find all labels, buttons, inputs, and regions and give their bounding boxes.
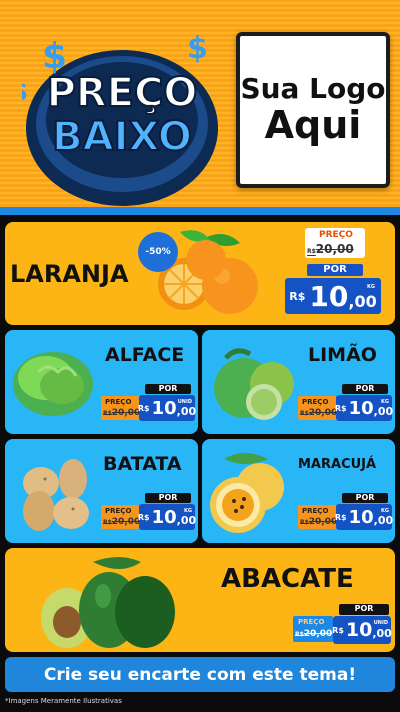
was-label: PREÇO bbox=[105, 507, 132, 515]
was-label: PREÇO bbox=[319, 230, 353, 240]
now-label: POR bbox=[342, 384, 388, 394]
badge-line2: BAIXO bbox=[52, 114, 192, 160]
logo-text-line1: Sua Logo bbox=[240, 71, 386, 105]
cta-button[interactable]: Crie seu encarte com este tema! bbox=[5, 657, 395, 692]
avocado-image bbox=[41, 557, 175, 648]
price-block: POR PREÇO R$20,00 R$ 10 ,00 UNID bbox=[99, 384, 196, 430]
now-price: R$ 10 ,00 UNID bbox=[332, 616, 392, 644]
now-price: R$ 10 ,00 KG bbox=[335, 395, 393, 421]
svg-text:$: $ bbox=[22, 77, 28, 107]
svg-text:$: $ bbox=[187, 31, 208, 66]
now-price: R$ 10 ,00 KG bbox=[335, 504, 393, 530]
logo-text-line2: Aqui bbox=[264, 102, 362, 147]
price-block: PREÇO R$20,00 POR R$ 10 ,00 KG bbox=[285, 228, 391, 320]
product-card-batata[interactable]: BATATA POR PREÇO R$20,00 R$ 10 ,00 KG bbox=[5, 439, 198, 543]
product-card-abacate[interactable]: ABACATE POR PREÇO R$20,00 R$ 10 ,00 UNID bbox=[5, 548, 395, 652]
now-label: POR bbox=[342, 493, 388, 503]
now-label: POR bbox=[145, 384, 191, 394]
now-price: R$ 10 ,00 KG bbox=[138, 504, 196, 530]
now-label: POR bbox=[307, 264, 363, 276]
product-card-alface[interactable]: ALFACE POR PREÇO R$20,00 R$ 10 ,00 UNID bbox=[5, 330, 198, 434]
price-block: POR PREÇO R$20,00 R$ 10 ,00 KG bbox=[99, 493, 196, 539]
preco-baixo-badge: $ $ $ PREÇO BAIXO bbox=[22, 31, 218, 206]
price-block: POR PREÇO R$20,00 R$ 10 ,00 KG bbox=[296, 493, 393, 539]
now-label: POR bbox=[145, 493, 191, 503]
header-divider bbox=[0, 207, 400, 215]
product-card-laranja[interactable]: LARANJA -50% PREÇO R$20,00 POR R$ 10 ,00… bbox=[5, 222, 395, 325]
lime-image bbox=[214, 348, 294, 420]
was-label: PREÇO bbox=[302, 398, 329, 406]
was-price: R$20,00 bbox=[307, 242, 354, 256]
was-label: PREÇO bbox=[298, 618, 325, 626]
product-name: LIMÃO bbox=[308, 344, 377, 366]
product-card-maracuja[interactable]: MARACUJÁ POR PREÇO R$20,00 R$ 10 ,00 KG bbox=[202, 439, 395, 543]
was-price: R$20,00 bbox=[103, 408, 141, 418]
now-price: R$ 10 ,00 KG bbox=[285, 278, 381, 314]
was-label: PREÇO bbox=[302, 507, 329, 515]
disclaimer-text: *Imagens Meramente Ilustrativas bbox=[5, 697, 122, 705]
was-price: R$20,00 bbox=[300, 517, 338, 527]
price-block: POR PREÇO R$20,00 R$ 10 ,00 KG bbox=[296, 384, 393, 430]
product-name: ABACATE bbox=[221, 564, 354, 594]
product-name: BATATA bbox=[103, 453, 182, 475]
price-block: POR PREÇO R$20,00 R$ 10 ,00 UNID bbox=[293, 604, 393, 648]
passion-fruit-image bbox=[210, 453, 284, 533]
was-label: PREÇO bbox=[105, 398, 132, 406]
logo-placeholder[interactable]: Sua Logo Aqui bbox=[236, 32, 390, 188]
badge-line1: PREÇO bbox=[47, 70, 198, 116]
product-name: ALFACE bbox=[105, 344, 185, 366]
potato-image bbox=[23, 459, 89, 531]
header-banner: $ $ $ PREÇO BAIXO Sua Logo Aqui bbox=[0, 0, 400, 214]
now-price: R$ 10 ,00 UNID bbox=[138, 395, 196, 421]
product-card-limao[interactable]: LIMÃO POR PREÇO R$20,00 R$ 10 ,00 KG bbox=[202, 330, 395, 434]
was-price: R$20,00 bbox=[300, 408, 338, 418]
discount-badge: -50% bbox=[138, 232, 178, 272]
now-label: POR bbox=[339, 604, 389, 615]
lettuce-image bbox=[13, 352, 93, 416]
product-name: LARANJA bbox=[10, 260, 129, 288]
was-price: R$20,00 bbox=[295, 629, 333, 639]
product-name: MARACUJÁ bbox=[298, 457, 377, 472]
was-price: R$20,00 bbox=[103, 517, 141, 527]
